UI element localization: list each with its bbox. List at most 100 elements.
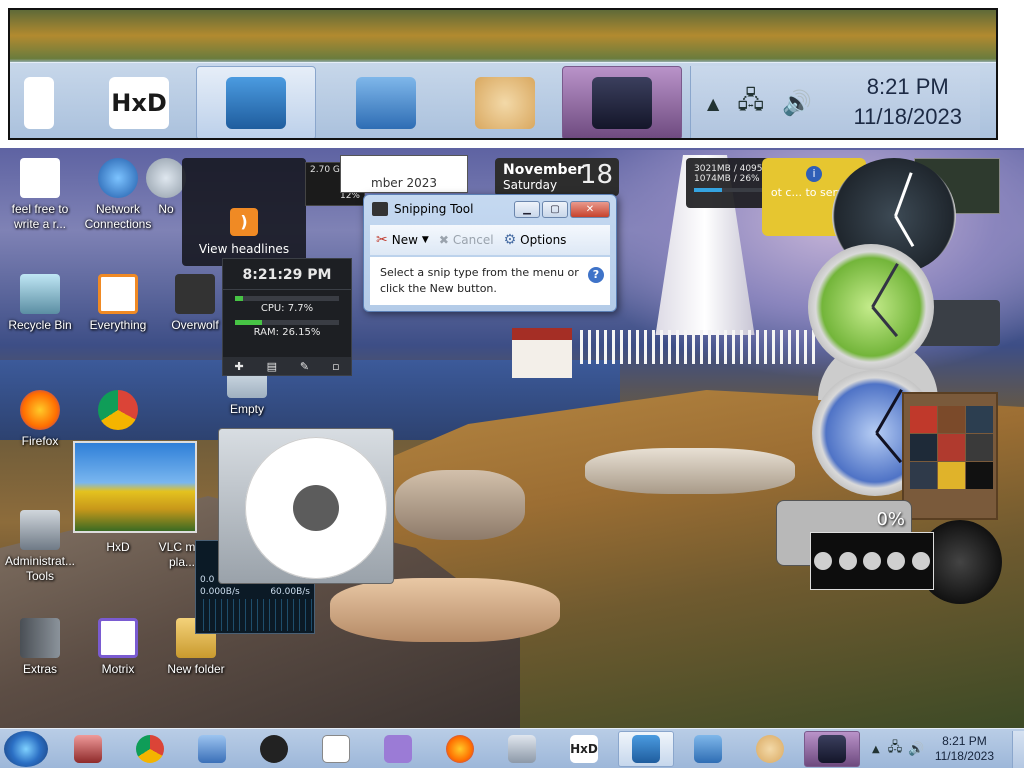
motrix-icon xyxy=(98,618,138,658)
magnified-taskbar-item-network[interactable] xyxy=(326,66,446,138)
volume-icon[interactable]: 🔊 xyxy=(908,742,924,757)
desktop-icon-recycle-bin[interactable]: Recycle Bin xyxy=(0,274,80,333)
magnified-taskbar-item-snipping-tool[interactable] xyxy=(562,66,682,138)
options-button[interactable]: ⚙ Options xyxy=(504,232,567,248)
wallpaper-fence xyxy=(580,330,820,364)
puzzle-tile[interactable] xyxy=(910,434,937,461)
start-button[interactable] xyxy=(4,731,48,767)
computer-network-icon xyxy=(356,77,416,129)
calendar-gadget[interactable]: mber 2023 xyxy=(340,155,468,193)
snipping-tool-icon xyxy=(372,202,388,216)
desktop-icon-overwolf[interactable]: Overwolf xyxy=(160,274,230,333)
chart-icon[interactable]: ▤ xyxy=(267,360,277,373)
view-headlines-label[interactable]: View headlines xyxy=(182,242,306,256)
desktop-icon-chrome[interactable] xyxy=(78,390,158,434)
scissors-icon: ✂ xyxy=(376,232,388,248)
calendar-month-year: mber 2023 xyxy=(371,176,437,190)
net-graph xyxy=(198,599,312,631)
desktop-icon-hxd[interactable]: HxD xyxy=(78,540,158,555)
puzzle-tile[interactable] xyxy=(938,462,965,489)
wrench-icon[interactable]: ✎ xyxy=(300,360,309,373)
gadget-clock: 8:21:29 PM xyxy=(223,259,351,290)
magnified-taskbar-item-hxd[interactable]: HxD xyxy=(84,66,194,138)
cancel-label: Cancel xyxy=(452,233,494,247)
date-gadget[interactable]: November Saturday 18 xyxy=(495,158,619,196)
puzzle-tile[interactable] xyxy=(910,462,937,489)
picture-puzzle-gadget[interactable] xyxy=(902,392,998,520)
taskbar-item-chrome[interactable] xyxy=(122,731,178,767)
cd-disc-icon xyxy=(245,437,387,579)
taskbar-item-gear-pc[interactable] xyxy=(494,731,550,767)
cpu-ram-gadget[interactable]: 8:21:29 PM CPU: 7.7% RAM: 26.15% ✚ ▤ ✎ ▫ xyxy=(222,258,352,376)
rss-feed-gadget[interactable]: ) View headlines xyxy=(182,158,306,266)
chevron-up-icon[interactable]: ▲ xyxy=(707,94,719,113)
new-snip-button[interactable]: ✂ New ▼ xyxy=(376,232,429,248)
search-app-icon xyxy=(98,274,138,314)
green-windows-clock-gadget[interactable] xyxy=(808,244,934,370)
settings-icon[interactable] xyxy=(838,552,857,570)
wallpaper-rock xyxy=(395,470,525,540)
media-player-gadget[interactable] xyxy=(218,428,394,584)
desktop-icon-admin-tools[interactable]: Administrat... Tools xyxy=(0,510,80,584)
desktop-icon-firefox[interactable]: Firefox xyxy=(0,390,80,449)
puzzle-tile[interactable] xyxy=(966,406,993,433)
taskbar-item-hxd[interactable]: HxD xyxy=(556,731,612,767)
desktop-icon-everything[interactable]: Everything xyxy=(78,274,158,333)
help-icon[interactable]: ? xyxy=(588,267,604,283)
magnified-taskbar-item-partial[interactable] xyxy=(14,66,64,138)
taskbar-clock[interactable]: 8:21 PM 11/18/2023 xyxy=(935,734,994,764)
puzzle-tile[interactable] xyxy=(910,406,937,433)
cancel-button[interactable]: ✖ Cancel xyxy=(439,233,494,247)
magnified-taskbar-item-remote-desktop[interactable] xyxy=(196,66,316,138)
power-controls-gadget[interactable] xyxy=(810,532,934,590)
taskbar-item-floppy[interactable] xyxy=(370,731,426,767)
snipping-tool-window[interactable]: Snipping Tool ▁ ▢ ✕ ✂ New ▼ ✖ Cancel ⚙ O… xyxy=(363,194,617,312)
snipping-tool-message-area: Select a snip type from the menu or clic… xyxy=(370,257,610,305)
restart-icon[interactable] xyxy=(887,552,906,570)
cancel-icon: ✖ xyxy=(438,233,449,247)
magnified-clock[interactable]: 8:21 PM 11/18/2023 xyxy=(854,74,962,130)
desktop-icon-extras[interactable]: Extras xyxy=(0,618,80,677)
slideshow-gadget[interactable] xyxy=(73,441,197,533)
power-icon[interactable] xyxy=(814,552,833,570)
plus-icon[interactable]: ✚ xyxy=(234,360,243,373)
puzzle-tile[interactable] xyxy=(966,434,993,461)
taskbar-item-remote-desktop[interactable] xyxy=(618,731,674,767)
computer-network-icon xyxy=(694,735,722,763)
taskbar-item-media-center[interactable] xyxy=(60,731,116,767)
desktop-icon-label: Empty xyxy=(229,402,264,416)
taskbar-item-solitaire[interactable] xyxy=(308,731,364,767)
network-tray-icon[interactable]: 🖧 xyxy=(888,738,903,760)
desktop-icon-motrix[interactable]: Motrix xyxy=(78,618,158,677)
disk-percent: 0% xyxy=(876,509,905,530)
shutdown-icon[interactable] xyxy=(862,552,881,570)
dropdown-arrow-icon[interactable]: ▼ xyxy=(422,235,429,245)
puzzle-tile[interactable] xyxy=(938,434,965,461)
desktop-icon-feel-free[interactable]: feel free to write a r... xyxy=(0,158,80,232)
hxd-icon-label: HxD xyxy=(111,89,167,117)
taskbar-item-paint[interactable] xyxy=(742,731,798,767)
minimize-button[interactable]: ▁ xyxy=(514,201,540,218)
taskbar-item-snipping-tool[interactable] xyxy=(804,731,860,767)
magnified-taskbar-item-paint[interactable] xyxy=(450,66,560,138)
close-button[interactable]: ✕ xyxy=(570,201,610,218)
magnifier-window: HxD ▲ 🖧 🔊 8:21 PM 11/18/2023 xyxy=(0,0,1024,148)
firefox-icon xyxy=(446,735,474,763)
show-desktop-button[interactable] xyxy=(1012,731,1024,768)
network-tray-icon[interactable]: 🖧 xyxy=(737,83,764,124)
clock-hand xyxy=(875,388,903,434)
taskbar-item-paint-bucket[interactable] xyxy=(246,731,302,767)
playing-card-icon xyxy=(322,735,350,763)
taskbar-item-xcode-tools[interactable] xyxy=(184,731,240,767)
lock-icon[interactable]: ▫ xyxy=(332,360,339,373)
maximize-button[interactable]: ▢ xyxy=(542,201,568,218)
taskbar-item-firefox[interactable] xyxy=(432,731,488,767)
puzzle-tile[interactable] xyxy=(966,462,993,489)
date-day: 18 xyxy=(579,160,613,190)
volume-icon[interactable]: 🔊 xyxy=(782,89,812,117)
sleep-icon[interactable] xyxy=(911,552,930,570)
chevron-up-icon[interactable]: ▲ xyxy=(872,744,880,755)
taskbar-item-network[interactable] xyxy=(680,731,736,767)
document-icon xyxy=(24,77,54,129)
puzzle-tile[interactable] xyxy=(938,406,965,433)
